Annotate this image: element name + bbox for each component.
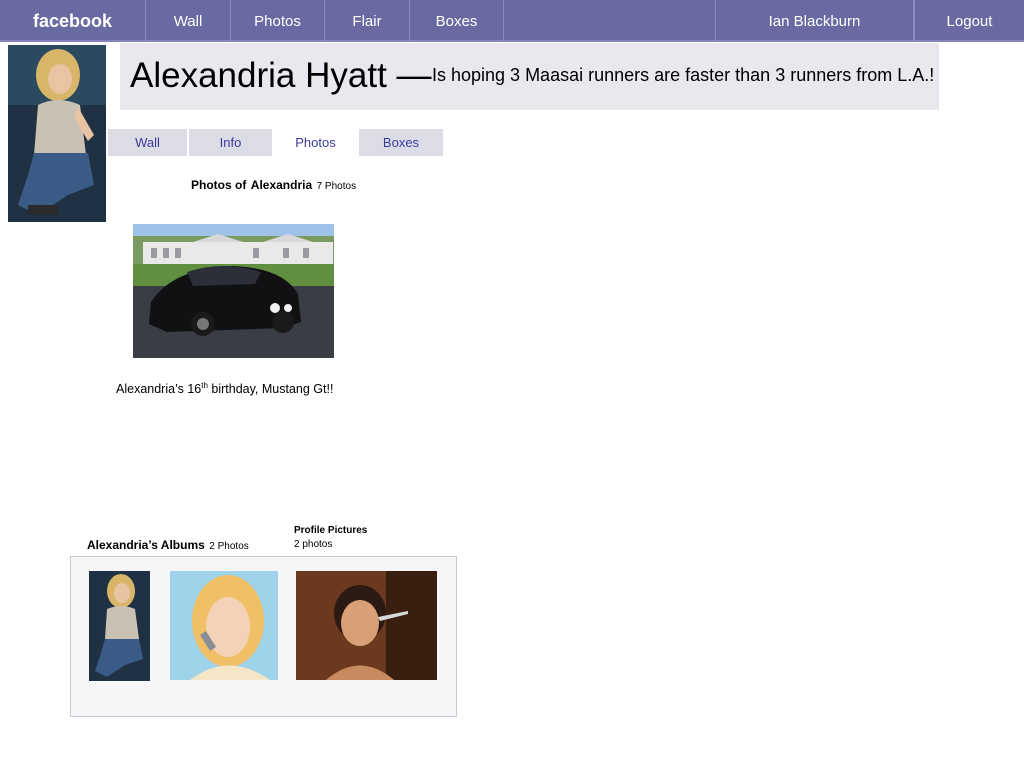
album-thumbnail-2[interactable] <box>170 571 278 680</box>
albums-heading-text: Alexandria’s Albums <box>87 538 205 552</box>
nav-flair[interactable]: Flair <box>325 0 410 42</box>
caption-before: Alexandria’s 16 <box>116 382 202 397</box>
nav-boxes[interactable]: Boxes <box>410 0 504 42</box>
logout-link[interactable]: Logout <box>914 0 1024 42</box>
photos-heading-prefix: Photos of <box>191 178 247 192</box>
top-navigation-bar: facebook Wall Photos Flair Boxes Ian Bla… <box>0 0 1024 42</box>
tab-info[interactable]: Info <box>189 129 272 156</box>
profile-picture[interactable] <box>8 45 106 222</box>
caption-sup: th <box>201 381 208 390</box>
tab-photos[interactable]: Photos <box>274 129 357 156</box>
profile-pictures-count: 2 photos <box>294 539 333 550</box>
album-photo-1 <box>89 571 150 681</box>
photo-mustang-gt[interactable] <box>133 224 334 358</box>
caption-after: birthday, Mustang Gt!! <box>207 382 334 397</box>
nav-wall[interactable]: Wall <box>146 0 231 42</box>
nav-user-name[interactable]: Ian Blackburn <box>716 0 914 42</box>
album-thumbnail-1[interactable] <box>89 571 150 681</box>
status-message: Is hoping 3 Maasai runners are faster th… <box>432 65 935 85</box>
photos-heading: Photos of Alexandria 7 Photos <box>191 176 356 194</box>
name-dash: — <box>396 56 432 95</box>
nav-spacer <box>504 0 716 42</box>
albums-count: 2 Photos <box>209 541 249 552</box>
photos-heading-name: Alexandria <box>250 178 313 192</box>
photo-caption: Alexandria’s 16th birthday, Mustang Gt!! <box>116 381 333 396</box>
albums-heading: Alexandria’s Albums 2 Photos <box>87 536 249 554</box>
car-image <box>133 224 334 358</box>
album-photo-3 <box>296 571 437 680</box>
nav-photos[interactable]: Photos <box>231 0 325 42</box>
album-photo-2 <box>170 571 278 680</box>
tab-wall[interactable]: Wall <box>108 129 187 156</box>
profile-name: Alexandria Hyatt — <box>130 56 432 96</box>
tab-boxes[interactable]: Boxes <box>359 129 443 156</box>
album-thumbnail-3[interactable] <box>296 571 437 680</box>
facebook-logo[interactable]: facebook <box>0 0 146 42</box>
profile-photo-image <box>8 45 106 222</box>
photos-count: 7 Photos <box>316 181 357 192</box>
profile-name-text: Alexandria Hyatt <box>130 56 387 95</box>
profile-pictures-title[interactable]: Profile Pictures <box>294 524 367 538</box>
profile-pictures-album-label[interactable]: Profile Pictures 2 photos <box>294 524 367 552</box>
